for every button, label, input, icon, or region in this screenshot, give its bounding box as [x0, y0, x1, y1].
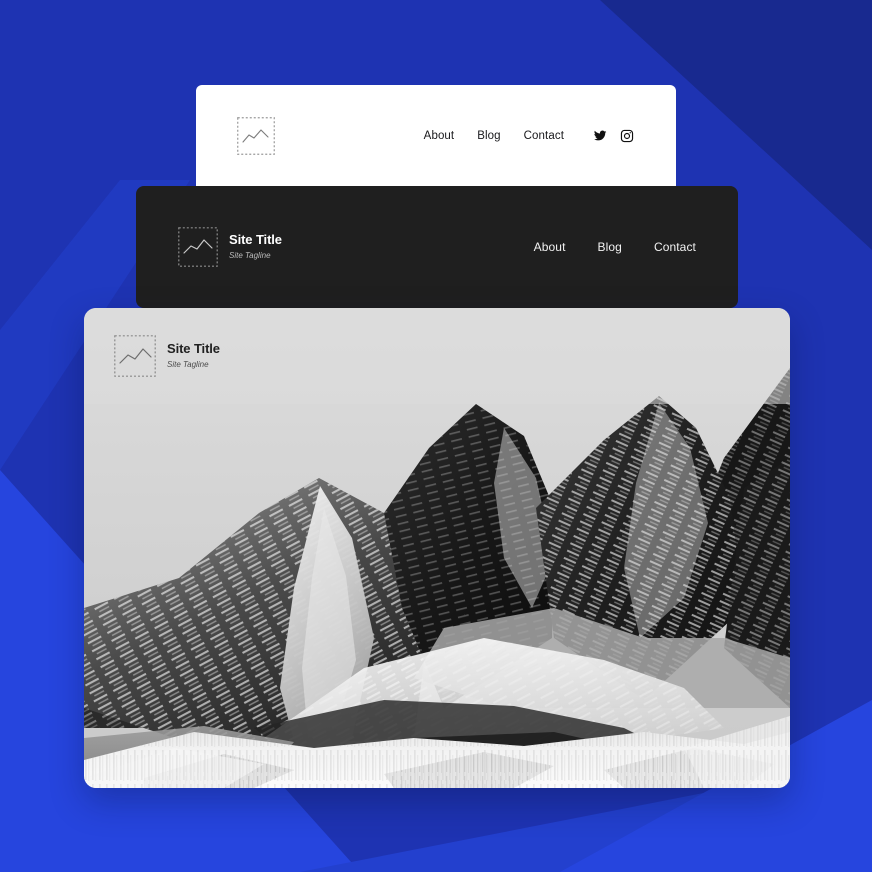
dark-header-card: Site Title Site Tagline About Blog Conta… — [136, 186, 738, 308]
photo-header-inner: Site Title Site Tagline — [84, 308, 790, 404]
dark-header-inner: Site Title Site Tagline About Blog Conta… — [136, 186, 738, 308]
brand-dark[interactable]: Site Title Site Tagline — [178, 227, 282, 267]
nav-link-blog[interactable]: Blog — [477, 130, 500, 142]
nav-dark: About Blog Contact — [534, 240, 696, 254]
brand-white[interactable] — [237, 116, 275, 155]
nav-link-about[interactable]: About — [534, 240, 566, 254]
chart-line-placeholder-icon[interactable] — [114, 335, 156, 377]
white-header-inner: About Blog Contact — [196, 85, 676, 186]
nav-link-blog[interactable]: Blog — [598, 240, 622, 254]
white-header-card: About Blog Contact — [196, 85, 676, 186]
instagram-icon[interactable] — [620, 129, 634, 143]
site-tagline: Site Tagline — [229, 251, 271, 261]
twitter-icon[interactable] — [593, 129, 607, 143]
site-tagline: Site Tagline — [167, 360, 209, 370]
nav-link-contact[interactable]: Contact — [654, 240, 696, 254]
brand-text-dark: Site Title Site Tagline — [229, 232, 282, 262]
site-title: Site Title — [229, 232, 282, 248]
white-header-right: About Blog Contact — [424, 129, 634, 143]
nav-white: About Blog Contact — [424, 130, 564, 142]
brand-text-photo: Site Title Site Tagline — [167, 341, 220, 371]
chart-line-placeholder-icon[interactable] — [178, 227, 218, 267]
chart-line-placeholder-icon[interactable] — [237, 116, 275, 155]
site-title: Site Title — [167, 341, 220, 357]
social-links — [593, 129, 634, 143]
nav-link-about[interactable]: About — [424, 130, 455, 142]
brand-photo[interactable]: Site Title Site Tagline — [114, 335, 220, 377]
nav-link-contact[interactable]: Contact — [524, 130, 564, 142]
photo-hero-card: Site Title Site Tagline — [84, 308, 790, 788]
